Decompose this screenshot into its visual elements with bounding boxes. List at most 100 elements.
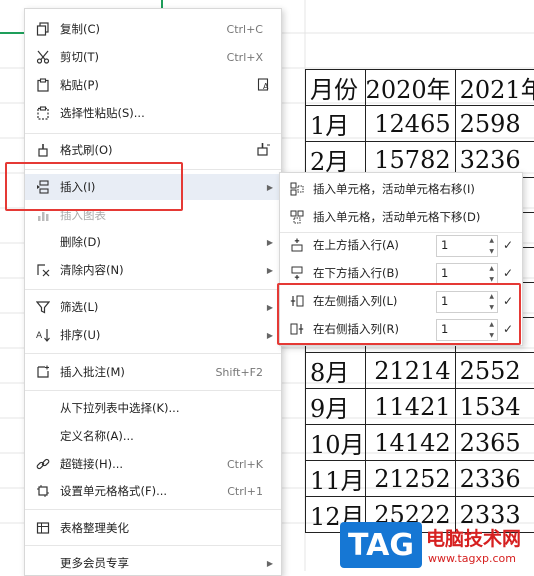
format-brush-icon xyxy=(35,142,51,158)
stepper-down-icon[interactable]: ▼ xyxy=(489,276,494,283)
menu-item-label: 粘贴(P) xyxy=(60,77,99,93)
table-row: 10月141422365 xyxy=(306,425,534,461)
link-icon xyxy=(35,456,51,472)
table-cell[interactable]: 2598 xyxy=(455,106,534,142)
clear-icon xyxy=(35,262,51,278)
table-cell[interactable]: 2020年 xyxy=(365,70,455,106)
menu-item-shortcut: Ctrl+1 xyxy=(227,485,263,498)
table-cell[interactable]: 2552 xyxy=(455,353,534,389)
submenu-item-insert-cells-shift-down[interactable]: 插入单元格，活动单元格下移(D) xyxy=(280,203,522,231)
table-cell[interactable]: 1534 xyxy=(455,389,534,425)
menu-item-label: 超链接(H)... xyxy=(60,456,123,472)
table-cell[interactable]: 21252 xyxy=(365,461,455,497)
submenu-arrow-icon: ▶ xyxy=(267,238,273,247)
table-cell[interactable]: 9月 xyxy=(306,389,366,425)
paste-options-icon[interactable]: A xyxy=(257,77,271,94)
submenu-arrow-icon: ▶ xyxy=(267,559,273,568)
menu-item-hyperlink[interactable]: 超链接(H)... Ctrl+K xyxy=(25,451,281,477)
filter-icon xyxy=(35,299,51,315)
menu-item-pick-from-list[interactable]: 从下拉列表中选择(K)... xyxy=(25,395,281,421)
table-cell[interactable]: 1月 xyxy=(306,106,366,142)
submenu-item-insert-cells-shift-right[interactable]: 插入单元格，活动单元格右移(I) xyxy=(280,175,522,203)
menu-item-filter[interactable]: 筛选(L) ▶ xyxy=(25,294,281,320)
menu-divider xyxy=(25,509,281,510)
menu-item-label: 删除(D) xyxy=(60,234,101,250)
menu-item-label: 更多会员专享 xyxy=(60,555,129,571)
menu-divider xyxy=(25,390,281,391)
submenu-item-label: 插入单元格，活动单元格右移(I) xyxy=(313,181,475,197)
table-cell[interactable]: 10月 xyxy=(306,425,366,461)
menu-item-paste-special[interactable]: 选择性粘贴(S)... xyxy=(25,100,281,126)
scissors-icon xyxy=(35,49,51,65)
table-row: 9月114211534 xyxy=(306,389,534,425)
menu-item-label: 表格整理美化 xyxy=(60,520,129,536)
menu-item-shortcut: Ctrl+K xyxy=(227,458,263,471)
menu-item-label: 选择性粘贴(S)... xyxy=(60,105,145,121)
submenu-arrow-icon: ▶ xyxy=(267,303,273,312)
stepper-up-icon[interactable]: ▲ xyxy=(489,237,494,244)
menu-item-shortcut: Ctrl+X xyxy=(227,51,263,64)
table-cell[interactable]: 11421 xyxy=(365,389,455,425)
menu-item-delete[interactable]: 删除(D) ▶ xyxy=(25,229,281,255)
sort-icon: A xyxy=(35,327,51,343)
svg-text:A: A xyxy=(36,331,43,341)
table-cell[interactable]: 8月 xyxy=(306,353,366,389)
menu-item-format-cells[interactable]: 设置单元格格式(F)... Ctrl+1 xyxy=(25,478,281,504)
watermark: TAG 电脑技术网 www.tagxp.com xyxy=(340,522,534,571)
insert-row-above-icon xyxy=(289,237,305,253)
submenu-item-label: 插入单元格，活动单元格下移(D) xyxy=(313,209,480,225)
context-menu: 复制(C) Ctrl+C 剪切(T) Ctrl+X 粘贴(P) A 选择性粘贴(… xyxy=(24,8,282,576)
menu-item-label: 插入批注(M) xyxy=(60,364,125,380)
menu-item-label: 定义名称(A)... xyxy=(60,428,134,444)
paste-icon xyxy=(35,77,51,93)
menu-item-insert-comment[interactable]: 插入批注(M) Shift+F2 xyxy=(25,359,281,385)
table-cell[interactable]: 14142 xyxy=(365,425,455,461)
menu-item-cut[interactable]: 剪切(T) Ctrl+X xyxy=(25,44,281,70)
menu-divider xyxy=(25,545,281,546)
insert-row-below-icon xyxy=(289,265,305,281)
menu-item-copy[interactable]: 复制(C) Ctrl+C xyxy=(25,16,281,42)
menu-item-paste[interactable]: 粘贴(P) A xyxy=(25,72,281,98)
watermark-title: 电脑技术网 xyxy=(426,524,521,551)
confirm-check-icon[interactable]: ✓ xyxy=(503,266,513,280)
rows-below-count-stepper[interactable]: 1 ▲ ▼ xyxy=(436,263,498,285)
stepper-down-icon[interactable]: ▼ xyxy=(489,248,494,255)
menu-item-format-painter[interactable]: 格式刷(O) xyxy=(25,137,281,163)
submenu-item-label: 在下方插入行(B) xyxy=(313,265,399,281)
menu-item-label: 清除内容(N) xyxy=(60,262,124,278)
stepper-up-icon[interactable]: ▲ xyxy=(489,265,494,272)
menu-item-label: 剪切(T) xyxy=(60,49,99,65)
table-header-row: 月份 2020年 2021年 xyxy=(306,70,534,106)
stepper-value: 1 xyxy=(441,266,448,280)
table-cell[interactable]: 2365 xyxy=(455,425,534,461)
menu-item-more-vip[interactable]: 更多会员专享 ▶ xyxy=(25,550,281,576)
table-cell[interactable]: 12465 xyxy=(365,106,455,142)
table-cell[interactable]: 月份 xyxy=(306,70,366,106)
menu-divider xyxy=(25,289,281,290)
menu-item-label: 筛选(L) xyxy=(60,299,98,315)
menu-item-table-beautify[interactable]: 表格整理美化 xyxy=(25,515,281,541)
menu-item-label: 设置单元格格式(F)... xyxy=(60,483,167,499)
highlight-box-insert-columns xyxy=(277,283,521,345)
table-beautify-icon xyxy=(35,520,51,536)
table-cell[interactable]: 21214 xyxy=(365,353,455,389)
highlight-box-insert xyxy=(5,162,183,211)
submenu-item-insert-row-above[interactable]: 在上方插入行(A) 1▲▼ ✓ xyxy=(280,231,522,259)
table-cell[interactable]: 2021年 xyxy=(455,70,534,106)
rows-above-count-stepper[interactable]: 1▲▼ xyxy=(436,235,498,257)
menu-item-define-name[interactable]: 定义名称(A)... xyxy=(25,423,281,449)
format-brush-repeat-icon[interactable] xyxy=(255,142,271,159)
menu-item-label: 格式刷(O) xyxy=(60,142,113,158)
table-cell[interactable]: 11月 xyxy=(306,461,366,497)
confirm-check-icon[interactable]: ✓ xyxy=(503,238,513,252)
insert-cells-down-icon xyxy=(289,209,305,225)
menu-item-shortcut: Ctrl+C xyxy=(227,23,263,36)
cell-format-icon xyxy=(35,483,51,499)
copy-icon xyxy=(35,21,51,37)
menu-item-sort[interactable]: A 排序(U) ▶ xyxy=(25,322,281,348)
table-cell[interactable]: 2336 xyxy=(455,461,534,497)
menu-item-clear-contents[interactable]: 清除内容(N) ▶ xyxy=(25,257,281,283)
table-row: 11月212522336 xyxy=(306,461,534,497)
menu-divider xyxy=(25,133,281,134)
menu-item-label: 从下拉列表中选择(K)... xyxy=(60,400,179,416)
